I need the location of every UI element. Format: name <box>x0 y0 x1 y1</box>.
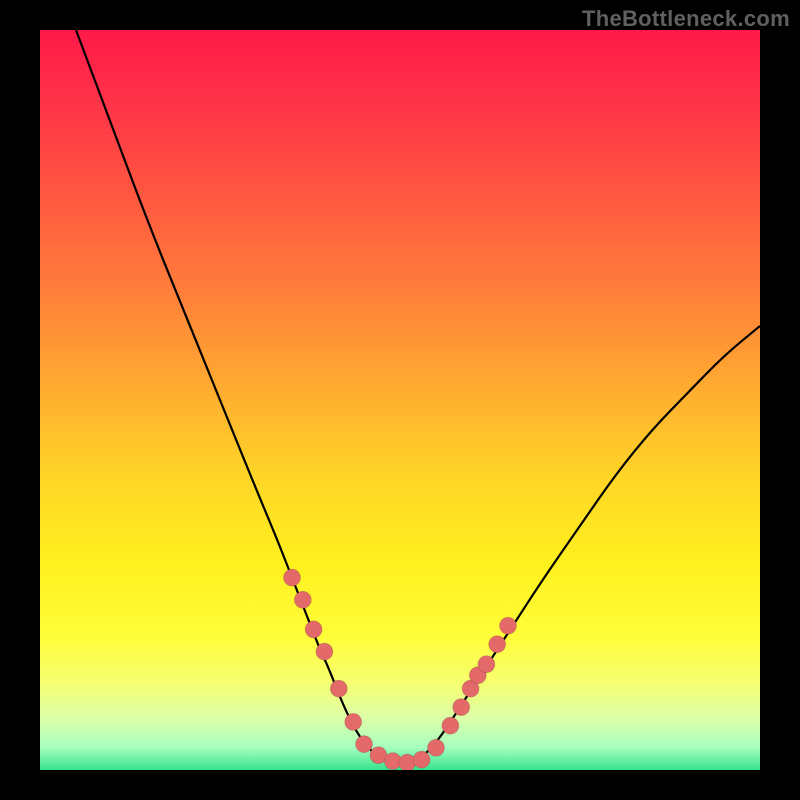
plot-area <box>40 30 760 770</box>
marker-point <box>453 699 470 716</box>
marker-point <box>442 717 459 734</box>
marker-point <box>428 739 445 756</box>
watermark-label: TheBottleneck.com <box>582 6 790 32</box>
curve-svg <box>40 30 760 770</box>
marker-point <box>316 643 333 660</box>
marker-point <box>478 656 495 673</box>
marker-point <box>413 751 430 768</box>
chart-stage: TheBottleneck.com <box>0 0 800 800</box>
marker-point <box>330 680 347 697</box>
marker-point <box>489 636 506 653</box>
marker-group <box>284 569 517 770</box>
marker-point <box>284 569 301 586</box>
marker-point <box>356 736 373 753</box>
marker-point <box>305 621 322 638</box>
marker-point <box>294 591 311 608</box>
marker-point <box>345 713 362 730</box>
bottleneck-curve <box>76 30 760 762</box>
marker-point <box>500 617 517 634</box>
